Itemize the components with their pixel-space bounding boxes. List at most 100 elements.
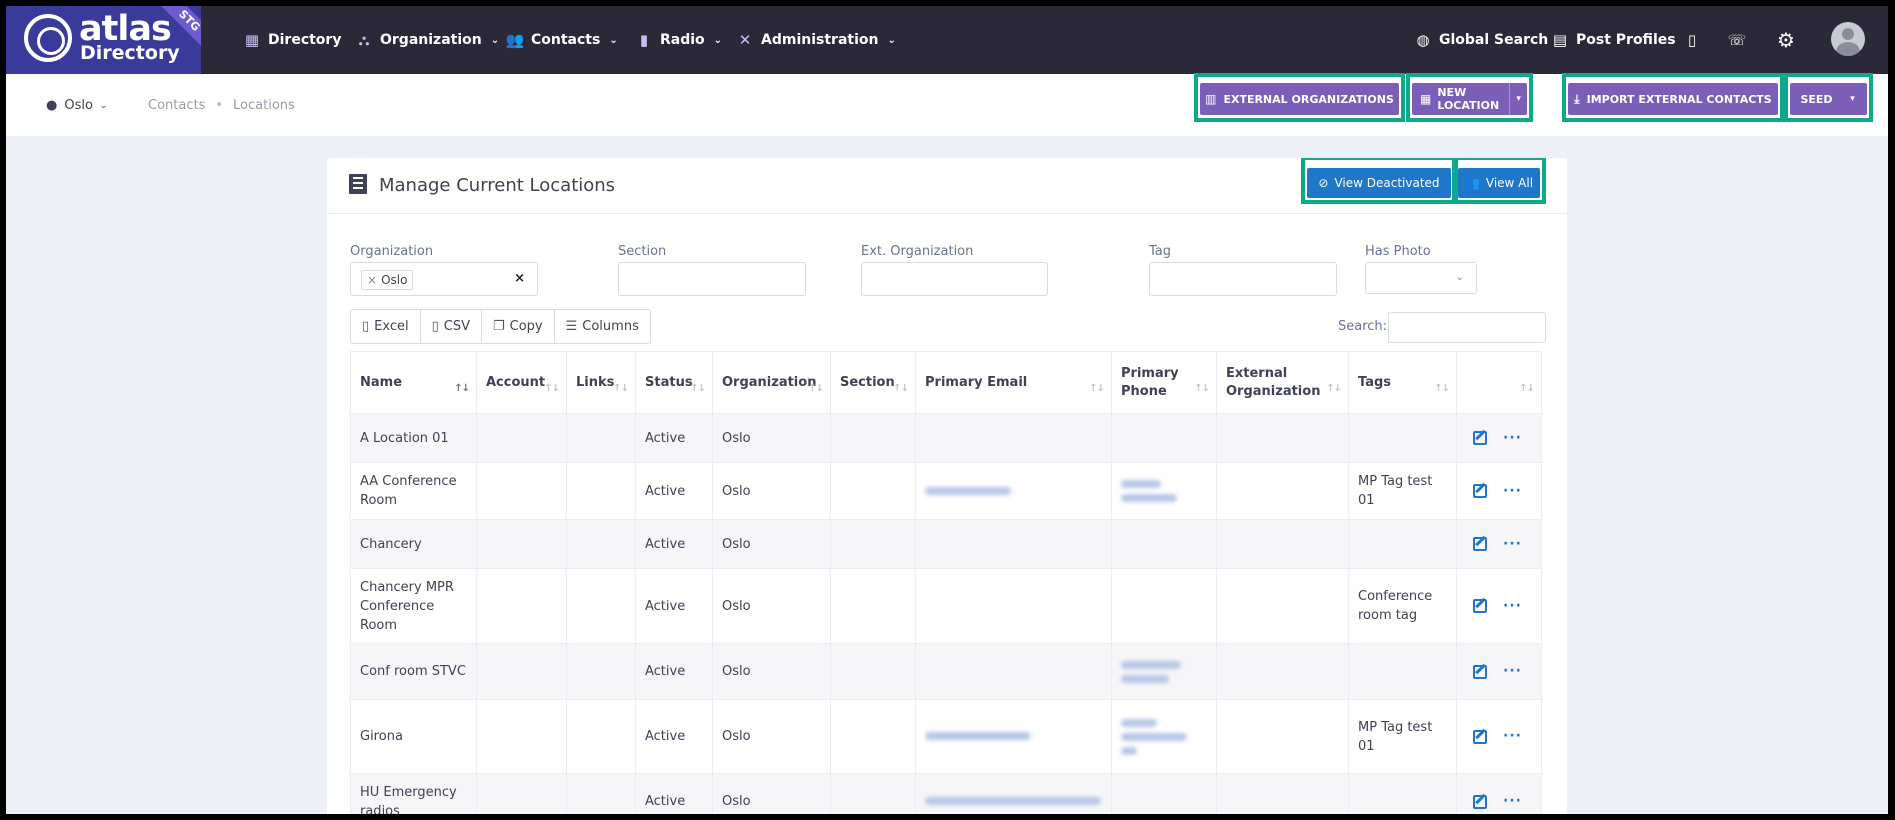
more-options-icon[interactable]: ··· xyxy=(1503,482,1522,501)
table-row[interactable]: Girona Active Oslo MP Tag test 01 ··· xyxy=(350,699,1542,774)
import-external-contacts-button[interactable]: ⤓ IMPORT EXTERNAL CONTACTS xyxy=(1568,83,1778,115)
buildings-icon: ▥ xyxy=(1205,92,1217,106)
table-row[interactable]: Chancery Active Oslo ··· xyxy=(350,519,1542,569)
cell-primary-email xyxy=(915,773,1112,814)
column-header-status[interactable]: Status ↑↓ xyxy=(635,351,713,414)
new-location-main[interactable]: ▦ NEW LOCATION xyxy=(1412,86,1509,112)
breadcrumb-contacts[interactable]: Contacts xyxy=(148,98,205,113)
column-header-primary-phone[interactable]: Primary Phone ↑↓ xyxy=(1111,351,1217,414)
table-search-input[interactable] xyxy=(1388,312,1546,343)
cell-primary-email xyxy=(915,462,1112,520)
edit-icon[interactable] xyxy=(1473,729,1488,744)
table-row[interactable]: Chancery MPR Conference Room Active Oslo… xyxy=(350,568,1542,644)
cell-status: Active xyxy=(635,699,713,774)
nav-contacts[interactable]: 👥 Contacts ⌄ xyxy=(506,6,618,74)
user-avatar[interactable] xyxy=(1831,22,1865,56)
column-header-primary-email[interactable]: Primary Email ↑↓ xyxy=(915,351,1112,414)
column-header-label: Links xyxy=(576,374,615,390)
edit-icon[interactable] xyxy=(1473,484,1488,498)
column-header-links[interactable]: Links ↑↓ xyxy=(566,351,636,414)
view-deactivated-label: View Deactivated xyxy=(1334,176,1440,190)
external-organizations-button[interactable]: ▥ EXTERNAL ORGANIZATIONS xyxy=(1200,83,1399,115)
column-header-account[interactable]: Account ↑↓ xyxy=(476,351,567,414)
clear-icon[interactable]: × xyxy=(514,271,525,286)
cell-account xyxy=(476,699,567,774)
table-header-row: Name ↑↓ Account ↑↓ Links ↑↓ Status ↑↓ Organi… xyxy=(350,351,1542,414)
view-all-button[interactable]: 👥 View All xyxy=(1458,168,1540,198)
nav-administration-label: Administration xyxy=(761,32,879,48)
post-profiles-label: Post Profiles xyxy=(1576,32,1676,48)
organization-filter[interactable]: × Oslo × xyxy=(350,262,538,296)
column-header-label: Organization xyxy=(722,374,817,390)
radio-shortcut-button[interactable]: ▯ xyxy=(1683,6,1701,74)
has-photo-select[interactable]: ⌄ xyxy=(1365,262,1477,294)
seal-icon: ● xyxy=(46,98,58,113)
chevron-down-icon[interactable]: ▾ xyxy=(1509,83,1527,115)
more-options-icon[interactable]: ··· xyxy=(1503,597,1522,616)
cell-section xyxy=(830,413,916,463)
edit-icon[interactable] xyxy=(1473,794,1488,809)
section-filter[interactable] xyxy=(618,262,806,296)
nav-organization[interactable]: ⛬ Organization ⌄ xyxy=(355,6,499,74)
more-options-icon[interactable]: ··· xyxy=(1503,535,1522,554)
settings-button[interactable]: ⚙ xyxy=(1772,6,1800,74)
edit-icon[interactable] xyxy=(1473,599,1488,613)
more-options-icon[interactable]: ··· xyxy=(1503,792,1522,811)
seed-button[interactable]: SEED ▾ xyxy=(1790,83,1867,115)
tag-filter[interactable] xyxy=(1149,262,1337,296)
columns-button[interactable]: ☰ Columns xyxy=(555,310,650,343)
locations-card: Manage Current Locations ⊘ View Deactiva… xyxy=(327,158,1567,814)
breadcrumb-locations[interactable]: Locations xyxy=(233,98,295,113)
phone-shortcut-button[interactable]: ☏ xyxy=(1728,6,1747,74)
global-search-link[interactable]: ◍ Global Search xyxy=(1414,6,1548,74)
copy-icon: ❐ xyxy=(492,319,505,334)
cell-section xyxy=(830,568,916,644)
app-logo[interactable]: atlas Directory STG xyxy=(6,6,201,74)
building-icon xyxy=(349,174,367,194)
search-label: Search: xyxy=(1338,319,1388,334)
csv-label: CSV xyxy=(443,319,470,334)
column-header-tags[interactable]: Tags ↑↓ xyxy=(1348,351,1457,414)
more-options-icon[interactable]: ··· xyxy=(1503,429,1522,448)
ban-icon: ⊘ xyxy=(1318,176,1329,190)
table-row[interactable]: A Location 01 Active Oslo ··· xyxy=(350,413,1542,463)
organization-chip-label: Oslo xyxy=(381,273,408,287)
nav-administration[interactable]: ✕ Administration ⌄ xyxy=(736,6,896,74)
nav-radio[interactable]: ▮ Radio ⌄ xyxy=(635,6,722,74)
column-header-section[interactable]: Section ↑↓ xyxy=(830,351,916,414)
cell-actions: ··· xyxy=(1456,413,1542,463)
cell-status: Active xyxy=(635,773,713,814)
org-switcher[interactable]: ● Oslo ⌄ xyxy=(46,98,107,113)
table-row[interactable]: HU Emergency radios Active Oslo ··· xyxy=(350,773,1542,814)
edit-icon[interactable] xyxy=(1473,537,1488,551)
column-header-label: Primary Phone xyxy=(1121,365,1179,399)
chevron-down-icon[interactable]: ▾ xyxy=(1841,83,1865,115)
file-csv-icon: ▯ xyxy=(431,319,439,334)
view-deactivated-button[interactable]: ⊘ View Deactivated xyxy=(1307,168,1451,198)
cell-external-organization xyxy=(1216,773,1349,814)
section-filter-label: Section xyxy=(618,244,667,259)
copy-button[interactable]: ❐ Copy xyxy=(482,310,555,343)
chevron-down-icon: ⌄ xyxy=(99,100,108,111)
edit-icon[interactable] xyxy=(1473,431,1488,445)
column-header-organization[interactable]: Organization ↑↓ xyxy=(712,351,831,414)
column-header-external-organization[interactable]: External Organization ↑↓ xyxy=(1216,351,1349,414)
edit-icon[interactable] xyxy=(1473,664,1488,679)
column-header-actions[interactable]: ↑↓ xyxy=(1456,351,1542,414)
cell-actions: ··· xyxy=(1456,519,1542,569)
excel-button[interactable]: ▯ Excel xyxy=(351,310,421,343)
nav-contacts-label: Contacts xyxy=(531,32,601,48)
cell-tags xyxy=(1348,413,1457,463)
cell-tags: MP Tag test 01 xyxy=(1348,699,1457,774)
post-profiles-link[interactable]: ▤ Post Profiles xyxy=(1551,6,1676,74)
csv-button[interactable]: ▯ CSV xyxy=(421,310,482,343)
ext-org-filter[interactable] xyxy=(861,262,1048,296)
remove-chip-icon[interactable]: × xyxy=(367,273,377,287)
table-row[interactable]: AA Conference Room Active Oslo MP Tag te… xyxy=(350,462,1542,520)
table-row[interactable]: Conf room STVC Active Oslo ··· xyxy=(350,643,1542,700)
column-header-name[interactable]: Name ↑↓ xyxy=(350,351,477,414)
more-options-icon[interactable]: ··· xyxy=(1503,727,1522,746)
new-location-button[interactable]: ▦ NEW LOCATION ▾ xyxy=(1412,83,1527,115)
nav-directory[interactable]: ▦ Directory xyxy=(243,6,342,74)
more-options-icon[interactable]: ··· xyxy=(1503,662,1522,681)
